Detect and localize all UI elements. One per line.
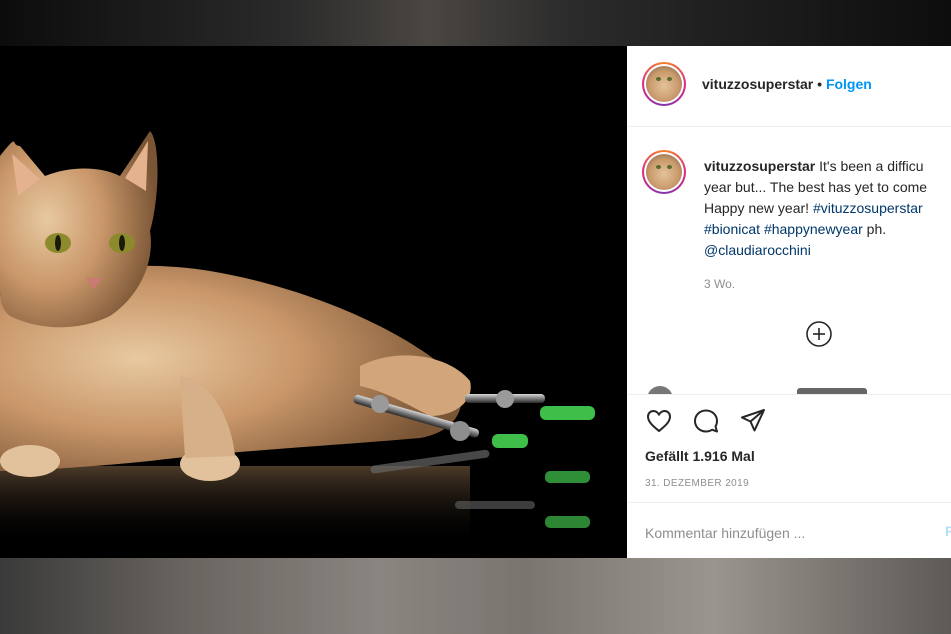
mention-link[interactable]: @claudiarocchini — [704, 242, 811, 258]
post-header: vituzzosuperstar • Folgen — [627, 46, 951, 127]
share-icon[interactable] — [739, 407, 767, 435]
caption-text-ph: ph. — [862, 221, 887, 237]
post-age[interactable]: 3 Wo. — [704, 277, 735, 291]
heart-icon[interactable] — [645, 407, 673, 435]
separator-dot: • — [817, 76, 823, 92]
comment-form: P — [627, 502, 951, 558]
post-photo[interactable] — [0, 46, 627, 558]
caption-text-line-3: Happy new year! — [704, 200, 813, 216]
cat-with-bionic-legs-image — [0, 131, 595, 546]
post-actions: Gefällt 1.916 Mal 31. DEZEMBER 2019 P — [627, 394, 951, 558]
cat-avatar-image — [646, 66, 682, 102]
post-date: 31. DEZEMBER 2019 — [645, 478, 750, 489]
hashtag-link[interactable]: #happynewyear — [764, 221, 863, 237]
caption-username-link[interactable]: vituzzosuperstar — [704, 158, 815, 174]
next-comment-peek — [647, 382, 877, 394]
post-caption: vituzzosuperstar It's been a difficu yea… — [704, 156, 951, 261]
header-line: vituzzosuperstar • Folgen — [702, 76, 872, 92]
caption-avatar[interactable] — [642, 150, 686, 194]
caption-text-line-1: It's been a difficu — [815, 158, 924, 174]
avatar[interactable] — [642, 62, 686, 106]
hashtag-link[interactable]: #vituzzosuperstar — [813, 200, 923, 216]
hashtag-link[interactable]: #bionicat — [704, 221, 760, 237]
username-link[interactable]: vituzzosuperstar — [702, 76, 813, 92]
blurred-backdrop-top — [0, 0, 951, 46]
blurred-backdrop-bottom — [0, 558, 951, 634]
post-comment-button[interactable]: P — [945, 523, 951, 539]
like-count[interactable]: Gefällt 1.916 Mal — [645, 448, 755, 464]
follow-button[interactable]: Folgen — [826, 76, 872, 92]
comment-input[interactable] — [645, 523, 895, 543]
cat-avatar-image — [646, 154, 682, 190]
comment-icon[interactable] — [692, 407, 720, 435]
post-side-panel: vituzzosuperstar • Folgen vituzzosuperst… — [627, 46, 951, 558]
caption-text-line-2: year but... The best has yet to come — [704, 179, 928, 195]
plus-circle-icon[interactable] — [805, 320, 833, 348]
